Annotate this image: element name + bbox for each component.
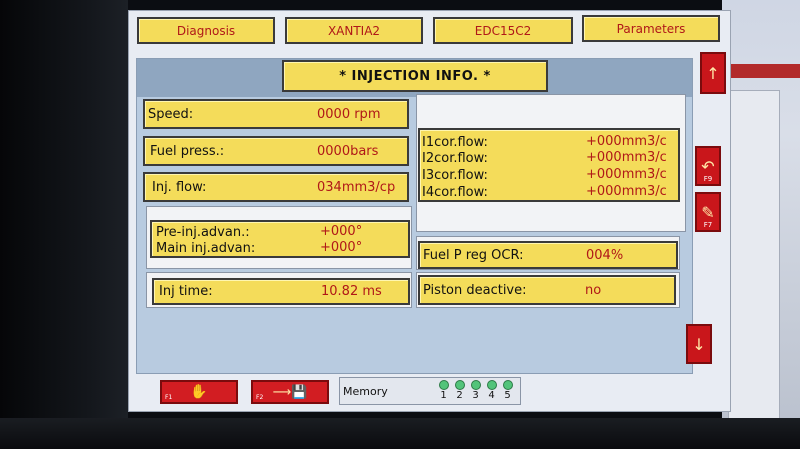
i2-cor-flow-value: +000mm3/c (586, 150, 667, 165)
monitor-bezel (0, 0, 128, 449)
memory-slot-number: 2 (456, 390, 463, 401)
inj-flow-field: Inj. flow: 034mm3/cp (143, 172, 409, 202)
fuel-p-reg-value: 004% (586, 247, 624, 263)
arrow-down-icon: ↓ (692, 334, 706, 354)
arrow-up-icon: ↑ (706, 63, 720, 83)
f9-button[interactable]: ↶ F9 (695, 146, 721, 186)
f1-stop-button[interactable]: ✋ F1 (160, 380, 238, 404)
tab-edc15c2-label: EDC15C2 (474, 23, 532, 38)
background-window-panel (728, 90, 780, 422)
tab-parameters[interactable]: Parameters (582, 15, 720, 42)
led-icon (502, 380, 513, 390)
fuel-press-field: Fuel press.: 0000bars (143, 136, 409, 166)
hand-stop-icon: ✋ (190, 384, 208, 400)
background-window-strip (722, 64, 800, 78)
memory-slot-number: 3 (472, 390, 479, 401)
monitor-bezel-bottom (0, 418, 800, 449)
memory-label: Memory (343, 385, 388, 398)
scroll-down-button[interactable]: ↓ (686, 324, 712, 364)
i4-cor-flow-value: +000mm3/c (586, 184, 667, 199)
f2-save-button[interactable]: ⟶💾 F2 (251, 380, 329, 404)
advance-field: Pre-inj.advan.: +000° Main inj.advan: +0… (150, 220, 410, 258)
scroll-up-button[interactable]: ↑ (700, 52, 726, 94)
pre-inj-value: +000° (320, 224, 363, 239)
piston-deactive-value: no (585, 282, 602, 298)
tab-xantia2-label: XANTIA2 (327, 23, 381, 38)
i1-cor-flow-label: I1cor.flow: (422, 135, 488, 150)
cor-flow-field: I1cor.flow: +000mm3/c I2cor.flow: +000mm… (418, 128, 680, 202)
i3-cor-flow-value: +000mm3/c (586, 167, 667, 182)
i3-cor-flow-label: I3cor.flow: (422, 168, 488, 183)
inj-time-field: Inj time: 10.82 ms (152, 278, 410, 305)
pre-inj-label: Pre-inj.advan.: (156, 225, 250, 240)
piston-deactive-label: Piston deactive: (423, 282, 527, 298)
tab-parameters-label: Parameters (616, 21, 686, 36)
memory-panel: Memory 1 2 3 4 5 (339, 377, 521, 405)
memory-slot-3[interactable]: 3 (470, 380, 481, 402)
memory-slot-number: 5 (504, 390, 511, 401)
piston-deactive-field: Piston deactive: no (418, 275, 676, 305)
inj-flow-label: Inj. flow: (152, 179, 207, 195)
i1-cor-flow-value: +000mm3/c (586, 134, 667, 149)
led-icon (486, 380, 497, 390)
fuel-press-label: Fuel press.: (150, 143, 225, 159)
memory-slot-2[interactable]: 2 (454, 380, 465, 402)
main-inj-label: Main inj.advan: (156, 241, 256, 256)
memory-slot-number: 1 (440, 390, 447, 401)
led-icon (454, 380, 465, 390)
memory-slots: 1 2 3 4 5 (438, 380, 513, 402)
undo-icon: ↶ (701, 156, 715, 176)
page-title: * INJECTION INFO. * (282, 60, 548, 92)
speed-value: 0000 rpm (317, 106, 381, 122)
page-title-text: * INJECTION INFO. * (339, 68, 491, 84)
tab-diagnosis[interactable]: Diagnosis (137, 17, 275, 44)
f9-key-label: F9 (703, 175, 713, 183)
memory-slot-1[interactable]: 1 (438, 380, 449, 402)
speed-label: Speed: (148, 106, 194, 122)
inj-flow-value: 034mm3/cp (317, 179, 396, 195)
wrench-icon: ✎ (701, 202, 715, 222)
save-to-disk-icon: ⟶💾 (272, 384, 308, 400)
led-icon (470, 380, 481, 390)
inj-time-value: 10.82 ms (321, 284, 382, 299)
inj-time-label: Inj time: (159, 284, 213, 299)
f1-key-label: F1 (165, 394, 173, 401)
speed-field: Speed: 0000 rpm (143, 99, 409, 129)
memory-slot-4[interactable]: 4 (486, 380, 497, 402)
led-icon (438, 380, 449, 390)
i4-cor-flow-label: I4cor.flow: (422, 185, 488, 200)
f7-button[interactable]: ✎ F7 (695, 192, 721, 232)
tab-edc15c2[interactable]: EDC15C2 (433, 17, 573, 44)
memory-slot-5[interactable]: 5 (502, 380, 513, 402)
fuel-press-value: 0000bars (317, 143, 379, 159)
tab-xantia2[interactable]: XANTIA2 (285, 17, 423, 44)
memory-slot-number: 4 (488, 390, 495, 401)
background-window (722, 0, 800, 449)
fuel-p-reg-label: Fuel P reg OCR: (423, 247, 524, 263)
i2-cor-flow-label: I2cor.flow: (422, 151, 488, 166)
fuel-p-reg-field: Fuel P reg OCR: 004% (418, 241, 678, 269)
main-inj-value: +000° (320, 240, 363, 255)
f7-key-label: F7 (703, 221, 713, 229)
f2-key-label: F2 (256, 394, 264, 401)
tab-diagnosis-label: Diagnosis (176, 23, 236, 38)
